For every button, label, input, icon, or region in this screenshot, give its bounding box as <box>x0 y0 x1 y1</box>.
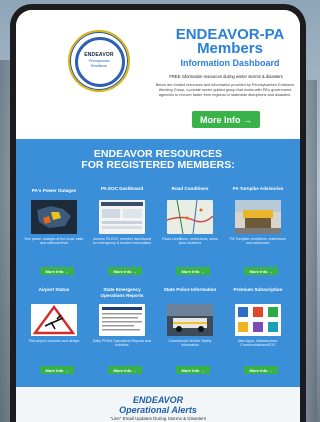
card-description: Commercial Vehicle Safety Information <box>168 339 212 348</box>
road-conditions-more-info-button[interactable]: More Info → <box>176 267 210 275</box>
resource-card-airport-status: Airport Status FAA airport closures and … <box>24 283 84 378</box>
logo-text: ENDEAVOR <box>84 52 114 58</box>
airport-status-more-info-button[interactable]: More Info → <box>40 366 74 374</box>
alerts-subtitle: "Live" Email Updates During Storms & Dis… <box>109 416 207 421</box>
card-description: Daily PEMA Operations Reports and bullet… <box>92 339 152 348</box>
card-title: PA's Power Outages <box>31 188 77 193</box>
resource-card-road-conditions: Road Conditions Road conditions, restric… <box>160 186 220 276</box>
intro-description: Below are trusted resources and informat… <box>155 83 295 98</box>
card-title: Road Conditions <box>171 186 209 191</box>
resource-card-state-emergency-reports: State Emergency Operations Reports Daily… <box>92 283 152 378</box>
report-document-thumbnail <box>99 304 145 336</box>
dashboard-thumbnail <box>99 200 145 234</box>
card-title: PA EOC Dashboard <box>100 186 144 191</box>
resource-card-premium-subscription: Premium Subscription New Apps, Infrastru… <box>228 283 288 378</box>
endeavor-logo: ENDEAVOR Pennsylvania Resilience <box>68 30 130 92</box>
logo-subtext-2: Resilience <box>90 64 108 68</box>
alerts-title-line-2: Operational Alerts <box>119 405 197 415</box>
card-description: PA Turnpike conditions, restrictions and… <box>230 237 286 246</box>
state-police-more-info-button[interactable]: More Info → <box>176 366 210 374</box>
alerts-title-line-1: ENDEAVOR <box>132 395 184 405</box>
tablet-device: ENDEAVOR Pennsylvania Resilience ENDEAVO… <box>10 4 306 422</box>
card-title: PA Turnpike Advisories <box>232 186 284 191</box>
power-outage-map-thumbnail <box>31 200 77 234</box>
resource-card-eoc-dashboard: PA EOC Dashboard Access PA EOC member da… <box>92 186 152 276</box>
card-title: State Police Information <box>163 287 217 292</box>
airplane-warning-icon <box>31 304 77 336</box>
logo-subtext: Pennsylvania <box>88 59 110 63</box>
card-description: FAA airport closures and delays <box>28 339 80 343</box>
card-title: Airport Status <box>38 287 70 292</box>
state-police-photo-thumbnail <box>167 304 213 336</box>
more-info-button[interactable]: More Info → <box>192 111 260 128</box>
road-map-thumbnail <box>167 200 213 234</box>
app-icons-thumbnail <box>235 304 281 336</box>
power-outages-more-info-button[interactable]: More Info → <box>40 267 74 275</box>
turnpike-more-info-button[interactable]: More Info → <box>244 267 278 275</box>
card-title: Premium Subscription <box>233 287 283 292</box>
card-description: Access PA EOC member dashboard for emerg… <box>92 237 152 246</box>
resource-card-power-outages: PA's Power Outages See power outages at … <box>24 186 84 276</box>
resource-card-state-police: State Police Information Commercial Vehi… <box>160 283 220 378</box>
premium-subscription-more-info-button[interactable]: More Info → <box>244 366 278 374</box>
card-description: Road conditions, restrictions, snow plow… <box>162 237 218 246</box>
eoc-dashboard-more-info-button[interactable]: More Info → <box>108 267 142 275</box>
alerts-section: ENDEAVOR Operational Alerts "Live" Email… <box>16 387 300 422</box>
resources-title: ENDEAVOR RESOURCES FOR REGISTERED MEMBER… <box>16 149 300 171</box>
card-description: New Apps, Infrastructure, Communications… <box>237 339 279 348</box>
free-info-line: FREE information resources during winter… <box>169 74 283 79</box>
resource-card-turnpike: PA Turnpike Advisories PA Turnpike condi… <box>228 186 288 276</box>
alerts-title: ENDEAVOR Operational Alerts <box>16 395 300 415</box>
page-subtitle: Information Dashboard <box>180 58 280 68</box>
header-section: ENDEAVOR Pennsylvania Resilience ENDEAVO… <box>16 10 300 139</box>
state-emergency-more-info-button[interactable]: More Info → <box>108 366 142 374</box>
screen: ENDEAVOR Pennsylvania Resilience ENDEAVO… <box>16 10 300 422</box>
turnpike-photo-thumbnail <box>235 200 281 234</box>
page-title: ENDEAVOR-PA Members <box>175 26 285 57</box>
resources-title-line-2: FOR REGISTERED MEMBERS: <box>81 159 235 171</box>
card-description: See power outages at the local, state an… <box>24 237 84 246</box>
resources-section: ENDEAVOR RESOURCES FOR REGISTERED MEMBER… <box>16 139 300 387</box>
card-title: State Emergency Operations Reports <box>100 287 144 298</box>
